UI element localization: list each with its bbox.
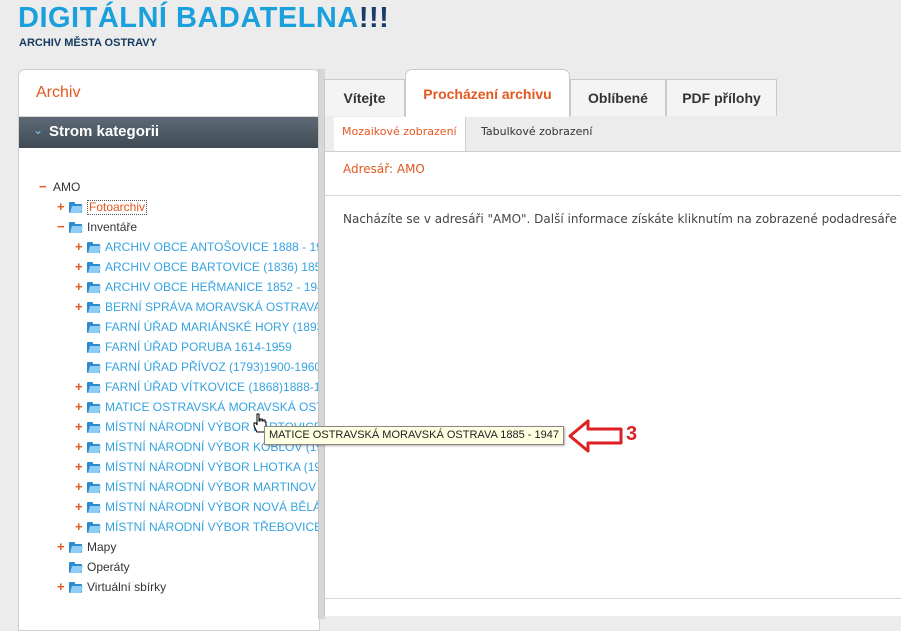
tree-node-label: Operáty <box>87 560 130 574</box>
folder-icon <box>87 402 101 413</box>
tab-label: Vítejte <box>343 90 386 106</box>
folder-icon <box>87 422 101 433</box>
folder-icon <box>87 302 101 313</box>
expand-icon[interactable]: + <box>75 280 85 294</box>
folder-icon <box>87 362 101 373</box>
expand-icon[interactable]: + <box>75 500 85 514</box>
folder-icon <box>87 382 101 393</box>
tree-node-label: Inventáře <box>87 220 138 234</box>
site-title-text: DIGITÁLNÍ BADATELNA <box>18 2 359 34</box>
site-title[interactable]: DIGITÁLNÍ BADATELNA!!! <box>18 2 389 35</box>
tree-node-label: MÍSTNÍ NÁRODNÍ VÝBOR TŘEBOVICE (19 <box>105 520 320 534</box>
expand-icon[interactable]: + <box>57 580 67 594</box>
expand-icon[interactable]: + <box>57 540 67 554</box>
folder-icon <box>87 342 101 353</box>
expand-icon[interactable]: + <box>75 400 85 414</box>
site-header: DIGITÁLNÍ BADATELNA!!! ARCHIV MĚSTA OSTR… <box>0 0 901 68</box>
collapse-icon[interactable]: − <box>39 180 49 194</box>
folder-icon <box>69 542 83 553</box>
category-tree-title: Strom kategorii <box>49 123 160 140</box>
expand-icon[interactable]: + <box>75 240 85 254</box>
tree-node-label: ARCHIV OBCE HEŘMANICE 1852 - 1941 <box>105 280 320 294</box>
tree-node-label: FARNÍ ÚŘAD VÍTKOVICE (1868)1888-19 <box>105 380 320 394</box>
tree-node-label: ARCHIV OBCE BARTOVICE (1836) 1850 - <box>105 260 320 274</box>
tab-pdf-attachments[interactable]: PDF přílohy <box>666 79 777 116</box>
collapse-icon[interactable]: − <box>57 220 67 234</box>
expand-icon[interactable]: + <box>75 520 85 534</box>
divider <box>325 195 901 196</box>
directory-label: Adresář: AMO <box>343 162 425 176</box>
tree-node-label: BERNÍ SPRÁVA MORAVSKÁ OSTRAVA (1 <box>105 300 320 314</box>
tree-node-label: Virtuální sbírky <box>87 580 167 594</box>
tree-node-label: Fotoarchiv <box>87 200 148 215</box>
main-tabs: Vítejte Procházení archivu Oblíbené PDF … <box>324 69 901 118</box>
divider <box>325 598 901 599</box>
folder-icon <box>87 462 101 473</box>
folder-icon <box>69 582 83 593</box>
archive-panel-title: Archiv <box>36 84 81 101</box>
folder-icon <box>69 202 83 213</box>
tree-node-label: AMO <box>53 180 81 194</box>
tab-label: PDF přílohy <box>682 90 761 106</box>
folder-icon <box>69 222 83 233</box>
expand-icon[interactable]: + <box>57 200 67 214</box>
expand-icon[interactable]: + <box>75 380 85 394</box>
folder-icon <box>87 502 101 513</box>
content-area: Mozaikové zobrazení Tabulkové zobrazení … <box>324 117 901 616</box>
tree-node-label: FARNÍ ÚŘAD MARIÁNSKÉ HORY (1893)1 <box>105 320 320 334</box>
tree-node-label: FARNÍ ÚŘAD PORUBA 1614-1959 <box>105 340 292 354</box>
tree-node-label: MÍSTNÍ NÁRODNÍ VÝBOR NOVÁ BĚLÁ (1 <box>105 500 320 514</box>
subtab-table-view[interactable]: Tabulkové zobrazení <box>473 117 600 150</box>
folder-icon <box>87 282 101 293</box>
folder-icon <box>87 442 101 453</box>
expand-icon[interactable]: + <box>75 440 85 454</box>
annotation-arrow-icon <box>568 419 623 453</box>
tree-node-label: ARCHIV OBCE ANTOŠOVICE 1888 - 1938 <box>105 240 320 254</box>
tree-node-label: MÍSTNÍ NÁRODNÍ VÝBOR LHOTKA (1937 <box>105 460 320 474</box>
folder-icon <box>87 322 101 333</box>
folder-icon <box>87 262 101 273</box>
expand-icon[interactable]: + <box>75 480 85 494</box>
tree-node-label: FARNÍ ÚŘAD PŘÍVOZ (1793)1900-1960 <box>105 360 320 374</box>
tab-label: Oblíbené <box>588 90 648 106</box>
archive-panel: Archiv ⌄ Strom kategorii − AMO + Fotoarchiv… <box>18 69 320 631</box>
folder-icon <box>87 242 101 253</box>
tree-node-label: MATICE OSTRAVSKÁ MORAVSKÁ OSTRAVA <box>105 400 319 414</box>
directory-info-text: Nacházíte se v adresáři "AMO". Další inf… <box>343 212 897 226</box>
folder-icon <box>87 522 101 533</box>
subtab-mosaic-view[interactable]: Mozaikové zobrazení <box>334 117 466 151</box>
archive-panel-header: Archiv <box>19 70 319 117</box>
chevron-down-icon: ⌄ <box>33 123 44 137</box>
expand-icon[interactable]: + <box>75 420 85 434</box>
tab-label: Procházení archivu <box>423 86 552 102</box>
annotation-number: 3 <box>626 423 638 445</box>
tab-favorites[interactable]: Oblíbené <box>570 79 666 116</box>
expand-icon[interactable]: + <box>75 300 85 314</box>
tree-node-label: Mapy <box>87 540 117 554</box>
category-tree-header[interactable]: ⌄ Strom kategorii <box>19 117 319 148</box>
view-subtabs: Mozaikové zobrazení Tabulkové zobrazení <box>325 117 901 152</box>
tree-node-label: MÍSTNÍ NÁRODNÍ VÝBOR MARTINOV 194 <box>105 480 320 494</box>
site-title-suffix: !!! <box>358 2 390 34</box>
folder-icon <box>87 482 101 493</box>
folder-icon <box>69 562 83 573</box>
expand-icon[interactable]: + <box>75 260 85 274</box>
site-subtitle: ARCHIV MĚSTA OSTRAVY <box>19 37 157 49</box>
item-tooltip: MATICE OSTRAVSKÁ MORAVSKÁ OSTRAVA 1885 -… <box>264 426 564 445</box>
expand-icon[interactable]: + <box>75 460 85 474</box>
tab-welcome[interactable]: Vítejte <box>324 79 405 116</box>
tab-browse-archive[interactable]: Procházení archivu <box>405 69 570 118</box>
